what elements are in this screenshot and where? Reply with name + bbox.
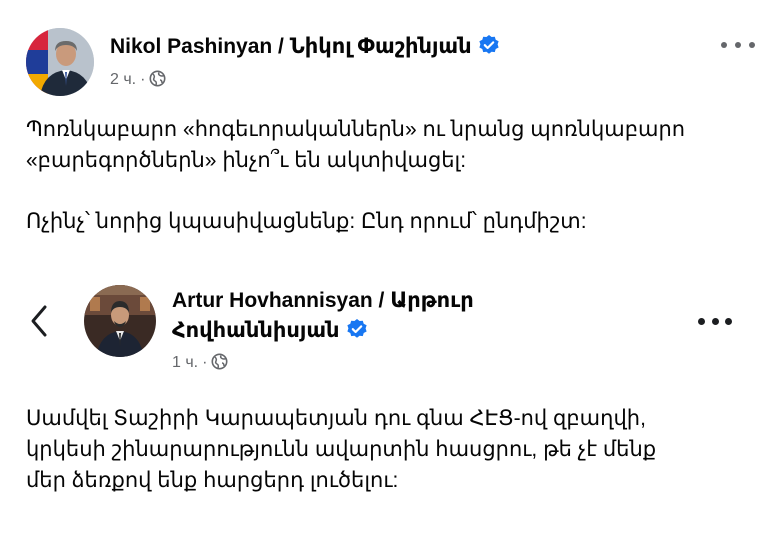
shared-post-text-line: կրկեսի շինարարությունն ավարտին հասցրու, … (26, 438, 657, 461)
author-avatar[interactable] (26, 28, 94, 96)
author-name-text[interactable]: Nikol Pashinyan / Նիկոլ Փաշինյան (110, 35, 472, 58)
shared-author-avatar[interactable] (84, 285, 156, 357)
shared-post-text-line: մեր ձեռքով ենք հարցերդ լուծելու: (26, 469, 399, 492)
author-avatar-image (26, 28, 94, 96)
shared-author-name-line1[interactable]: Artur Hovhannisyan / Արթուր (172, 286, 474, 316)
post-text-line: Պոռնկաբարո «հոգեւորականներն» ու նրանց պո… (26, 118, 686, 141)
shared-post-timestamp[interactable]: 1 ч. (172, 354, 198, 371)
verified-badge-icon (478, 34, 500, 63)
post-timestamp[interactable]: 2 ч. (110, 71, 136, 88)
meta-separator: · (140, 71, 146, 88)
shared-author-avatar-image (84, 285, 156, 357)
more-dot (698, 317, 705, 325)
globe-icon[interactable] (149, 70, 166, 93)
shared-author-name[interactable]: Artur Hovhannisyan / Արթուր Հովհաննիսյան (172, 286, 474, 349)
shared-author-name-line2[interactable]: Հովհաննիսյան (172, 319, 340, 342)
chevron-left-icon[interactable] (28, 301, 50, 341)
more-dot (721, 42, 727, 48)
more-dot (711, 317, 719, 325)
author-name[interactable]: Nikol Pashinyan / Նիկոլ Փաշինյան (110, 34, 500, 63)
post-text-line: Ոչինչ՝ նորից կպասիվացնենք: Ընդ որում՝ ըն… (26, 210, 587, 233)
globe-icon[interactable] (211, 353, 228, 376)
more-dot (725, 317, 732, 325)
more-options-icon[interactable] (721, 35, 755, 55)
post-text-line: «բարեգործներն» ինչո՞ւ են ակտիվացել: (26, 149, 467, 172)
post-meta: 2 ч. · (110, 70, 166, 93)
shared-post-meta: 1 ч. · (172, 353, 228, 376)
shared-author-name-line2-wrap: Հովհաննիսյան (172, 316, 474, 349)
shared-post-text-line: Սամվել Տաշիրի Կարապետյան դու գնա ՀԷՑ-ով … (26, 407, 646, 430)
more-options-icon[interactable] (698, 311, 732, 331)
more-dot (735, 42, 741, 48)
more-dot (749, 42, 755, 48)
verified-badge-icon (346, 318, 368, 349)
meta-separator: · (202, 354, 208, 371)
